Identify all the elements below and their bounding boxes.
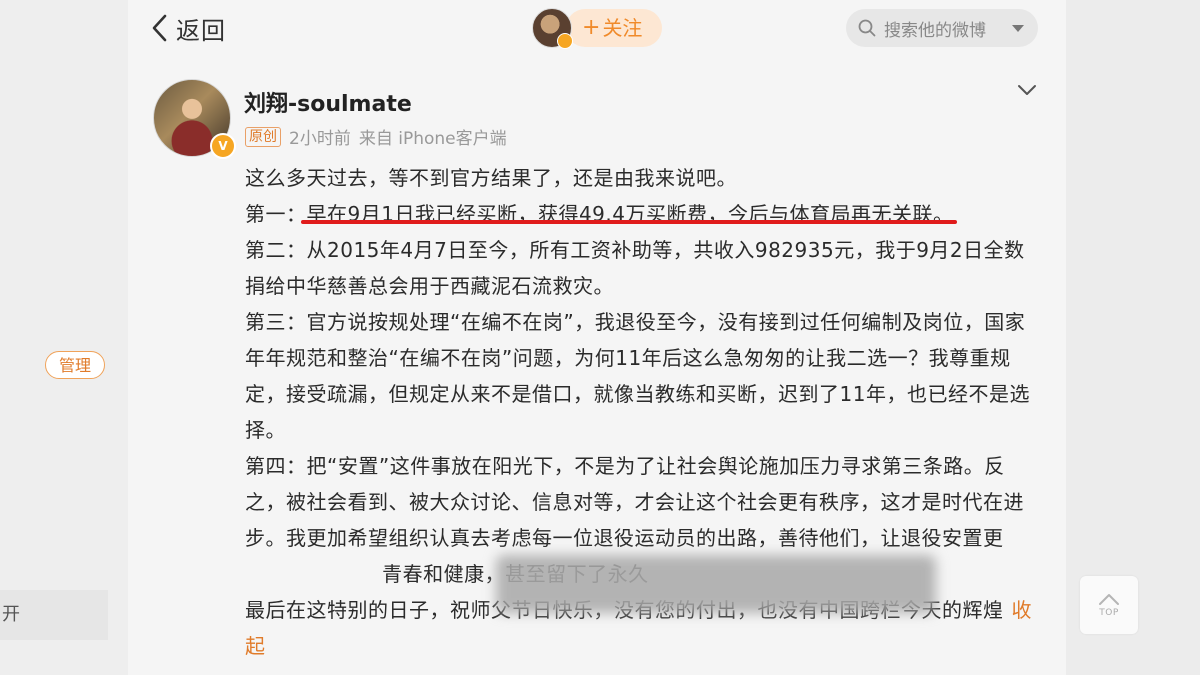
- follow-label: 关注: [602, 16, 643, 40]
- verified-badge-icon: V: [210, 133, 236, 159]
- blurred-overlay: [496, 555, 936, 613]
- paragraph-second: 第二：从2015年4月7日至今，所有工资补助等，共收入982935元，我于9月2…: [245, 238, 1025, 298]
- back-button[interactable]: 返回: [150, 10, 226, 46]
- blurred-gap: [245, 562, 382, 586]
- scroll-top-button[interactable]: TOP: [1080, 576, 1138, 634]
- plus-icon: +: [582, 15, 601, 40]
- search-input[interactable]: 搜索他的微博: [846, 9, 1038, 47]
- author-name[interactable]: 刘翔-soulmate: [244, 86, 412, 118]
- follow-group: + 关注: [532, 8, 662, 49]
- arrow-up-icon: [1099, 594, 1119, 605]
- avatar[interactable]: [532, 8, 573, 49]
- verified-icon: [557, 33, 573, 49]
- left-sidebar: 管理 开: [0, 0, 128, 675]
- search-icon: [858, 19, 876, 37]
- follow-button[interactable]: + 关注: [566, 9, 662, 47]
- paragraph-intro: 这么多天过去，等不到官方结果了，还是由我来说吧。: [245, 166, 737, 190]
- search-placeholder: 搜索他的微博: [884, 20, 986, 41]
- paragraph-first: 第一：早在9月1日我已经买断，获得49.4万买断费，今后与体育局再无关联。: [245, 196, 1045, 232]
- chevron-left-icon: [152, 14, 167, 42]
- post-meta: 原创 2小时前 来自 iPhone客户端: [245, 124, 507, 149]
- highlighted-sentence: 早在9月1日我已经买断，获得49.4万买断费，今后与体育局再无关联。: [306, 202, 954, 226]
- paragraph-first-prefix: 第一：: [245, 202, 307, 226]
- sidebar-bottom-item[interactable]: 开: [0, 590, 108, 640]
- post-detail-panel: 返回 + 关注 搜索他的微博 V 刘翔-soulmate 原创 2小时前 来自 …: [128, 0, 1066, 675]
- original-tag: 原创: [245, 126, 281, 147]
- paragraph-fourth-text: 第四：把“安置”这件事放在阳光下，不是为了让社会舆论施加压力寻求第三条路。反之，…: [245, 454, 1024, 550]
- scroll-top-label: TOP: [1099, 608, 1119, 618]
- post-source: 来自 iPhone客户端: [358, 129, 507, 149]
- post-time[interactable]: 2小时前: [289, 124, 351, 149]
- caret-down-icon[interactable]: [1012, 24, 1024, 32]
- paragraph-third: 第三：官方说按规处理“在编不在岗”，我退役至今，没有接到过任何编制及岗位，国家年…: [245, 310, 1030, 442]
- back-label: 返回: [176, 16, 226, 45]
- chevron-down-icon[interactable]: [1016, 82, 1038, 98]
- top-bar: 返回 + 关注 搜索他的微博: [128, 0, 1066, 60]
- manage-button[interactable]: 管理: [45, 351, 105, 379]
